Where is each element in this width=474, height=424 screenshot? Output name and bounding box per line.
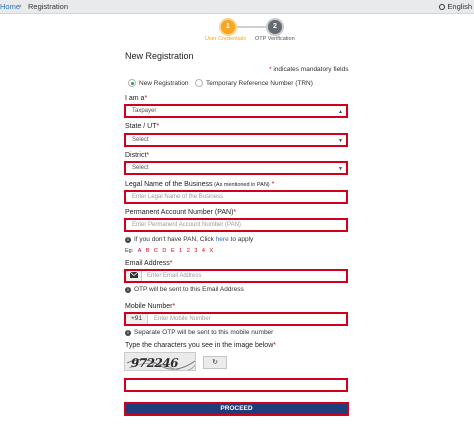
mobile-help-text: i Separate OTP will be sent to this mobil… bbox=[125, 329, 273, 336]
step-1-label: User Credentials bbox=[205, 36, 246, 42]
captcha-image: 972246 bbox=[124, 352, 196, 371]
pan-placeholder: Enter Permanent Account Number (PAN) bbox=[132, 222, 241, 228]
trn-radio-label[interactable]: Temporary Reference Number (TRN) bbox=[206, 80, 313, 87]
envelope-icon bbox=[129, 271, 138, 279]
new-registration-radio-label[interactable]: New Registration bbox=[139, 80, 189, 87]
captcha-text: 972246 bbox=[129, 356, 179, 370]
email-help-text: i OTP will be sent to this Email Address bbox=[125, 286, 244, 293]
email-label: Email Address* bbox=[125, 260, 172, 267]
pan-help-suffix: to apply bbox=[228, 236, 254, 243]
stepper-connector bbox=[235, 26, 268, 28]
email-placeholder: Enter Email Address bbox=[147, 273, 202, 279]
info-icon: i bbox=[125, 330, 131, 336]
pan-example-char: 3 bbox=[194, 248, 198, 254]
captcha-noise-graphic: 972246 bbox=[126, 356, 195, 370]
trn-radio[interactable] bbox=[195, 79, 203, 87]
step-2-label: OTP Verification bbox=[255, 36, 295, 42]
pan-example-char: C bbox=[153, 248, 158, 254]
pan-example-char: A bbox=[137, 248, 142, 254]
pan-apply-link[interactable]: here bbox=[216, 236, 229, 243]
required-star: * bbox=[172, 303, 176, 310]
required-star: * bbox=[169, 260, 173, 267]
pan-example-char: B bbox=[145, 248, 150, 254]
envelope-icon-box bbox=[126, 271, 142, 281]
state-label: State / UT* bbox=[125, 123, 159, 130]
top-bar: Home › Registration English bbox=[0, 0, 474, 14]
new-registration-radio[interactable] bbox=[128, 79, 136, 87]
pan-input[interactable]: Enter Permanent Account Number (PAN) bbox=[124, 218, 348, 232]
required-star: * bbox=[156, 123, 160, 130]
refresh-icon: ↻ bbox=[212, 359, 218, 366]
captcha-label: Type the characters you see in the image… bbox=[125, 342, 276, 349]
language-selector[interactable]: English bbox=[439, 2, 472, 11]
i-am-a-label: I am a* bbox=[125, 95, 147, 102]
info-icon: i bbox=[125, 287, 131, 293]
pan-label: Permanent Account Number (PAN)* bbox=[125, 209, 236, 216]
required-star: * bbox=[271, 181, 275, 188]
globe-icon bbox=[439, 4, 446, 10]
district-value: Select bbox=[132, 165, 149, 171]
legal-name-input[interactable]: Enter Legal Name of the Business bbox=[124, 190, 348, 204]
info-icon: i bbox=[125, 237, 131, 243]
breadcrumb-home-link[interactable]: Home bbox=[0, 2, 20, 11]
mandatory-note: * indicates mandatory fields bbox=[269, 66, 349, 73]
pan-label-text: Permanent Account Number (PAN) bbox=[125, 209, 234, 216]
legal-name-label: Legal Name of the Business (As mentioned… bbox=[125, 181, 274, 188]
legal-name-placeholder: Enter Legal Name of the Business bbox=[132, 194, 224, 200]
breadcrumb-current: Registration bbox=[28, 2, 69, 11]
captcha-refresh-button[interactable]: ↻ bbox=[203, 356, 227, 369]
pan-example-char: D bbox=[162, 248, 167, 254]
chevron-down-icon: ▼ bbox=[338, 138, 343, 144]
breadcrumb-separator: › bbox=[19, 1, 22, 10]
step-1-indicator: 1 bbox=[221, 20, 235, 34]
legal-name-label-text: Legal Name of the Business bbox=[125, 181, 213, 188]
mobile-help-label: Separate OTP will be sent to this mobile… bbox=[134, 329, 274, 336]
email-help-label: OTP will be sent to this Email Address bbox=[134, 286, 244, 293]
required-star: * bbox=[273, 342, 276, 349]
mobile-placeholder: Enter Mobile Number bbox=[154, 316, 211, 322]
mobile-label: Mobile Number* bbox=[125, 303, 175, 310]
chevron-down-icon: ▼ bbox=[338, 166, 343, 172]
country-code-prefix: +91 bbox=[126, 314, 148, 324]
mobile-label-text: Mobile Number bbox=[125, 303, 173, 310]
state-value: Select bbox=[132, 137, 149, 143]
i-am-a-select[interactable]: Taxpayer ▲ bbox=[124, 104, 348, 118]
language-label: English bbox=[447, 2, 472, 11]
mandatory-note-text: indicates mandatory fields bbox=[271, 66, 349, 73]
pan-example-label: Eg: bbox=[125, 248, 134, 254]
required-star: * bbox=[233, 209, 237, 216]
pan-example-char: 2 bbox=[186, 248, 190, 254]
form-title: New Registration bbox=[125, 51, 194, 61]
proceed-button[interactable]: PROCEED bbox=[124, 402, 349, 416]
pan-example-char: E bbox=[170, 248, 175, 254]
step-2-indicator: 2 bbox=[268, 20, 282, 34]
pan-example: Eg: A B C D E 1 2 3 4 X bbox=[125, 248, 213, 254]
state-select[interactable]: Select ▼ bbox=[124, 133, 348, 147]
i-am-a-value: Taxpayer bbox=[132, 108, 157, 114]
district-label: District* bbox=[125, 152, 149, 159]
chevron-down-icon: ▲ bbox=[338, 109, 343, 115]
pan-example-char: X bbox=[209, 248, 214, 254]
pan-example-char: 4 bbox=[201, 248, 205, 254]
district-select[interactable]: Select ▼ bbox=[124, 161, 348, 175]
state-label-text: State / UT bbox=[125, 123, 157, 130]
email-field[interactable]: Enter Email Address bbox=[124, 269, 348, 283]
required-star: * bbox=[146, 152, 150, 159]
email-label-text: Email Address bbox=[125, 260, 170, 267]
legal-name-label-note: (As mentioned in PAN) bbox=[212, 182, 270, 188]
pan-example-char: 1 bbox=[179, 248, 183, 254]
pan-help-text: i If you don't have PAN, Click here to ap… bbox=[125, 236, 253, 243]
captcha-label-text: Type the characters you see in the image… bbox=[125, 342, 274, 349]
mobile-field[interactable]: +91 Enter Mobile Number bbox=[124, 312, 348, 326]
i-am-a-label-text: I am a bbox=[125, 95, 145, 102]
district-label-text: District bbox=[125, 152, 147, 159]
captcha-input[interactable] bbox=[124, 378, 348, 392]
pan-help-prefix: If you don't have PAN, Click bbox=[134, 236, 216, 243]
required-star: * bbox=[144, 95, 148, 102]
